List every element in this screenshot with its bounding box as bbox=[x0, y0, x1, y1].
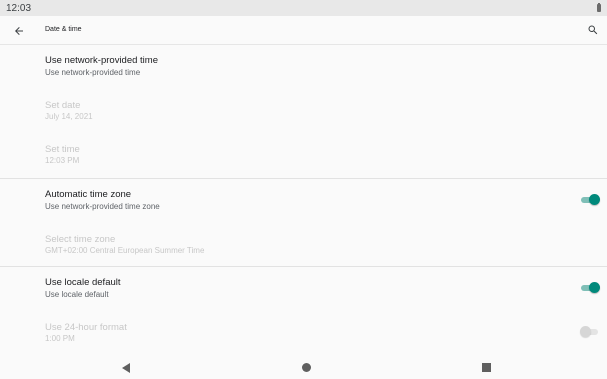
search-button[interactable] bbox=[586, 23, 600, 37]
setting-summary: 12:03 PM bbox=[45, 156, 80, 165]
switch-thumb bbox=[589, 282, 600, 293]
arrow-back-icon bbox=[15, 27, 23, 35]
setting-title: Set time bbox=[45, 144, 80, 155]
setting-select-timezone[interactable]: Select time zone GMT+02:00 Central Europ… bbox=[0, 223, 607, 267]
status-bar: 12:03 bbox=[0, 0, 607, 16]
setting-summary: GMT+02:00 Central European Summer Time bbox=[45, 246, 205, 255]
setting-summary: 1:00 PM bbox=[45, 334, 75, 343]
setting-title: Use network-provided time bbox=[45, 55, 158, 66]
setting-locale-default[interactable]: Use locale default Use locale default bbox=[0, 267, 607, 311]
setting-title: Automatic time zone bbox=[45, 189, 132, 200]
triangle-back-icon[interactable] bbox=[122, 363, 130, 373]
setting-title: Select time zone bbox=[45, 234, 116, 245]
setting-title: Set date bbox=[45, 100, 81, 111]
page-title: Date & time bbox=[45, 26, 82, 33]
switch-thumb bbox=[580, 326, 591, 337]
setting-title: Use locale default bbox=[45, 277, 121, 288]
24-hour-switch[interactable] bbox=[580, 326, 600, 338]
circle-home-icon[interactable] bbox=[302, 363, 311, 372]
auto-timezone-switch[interactable] bbox=[581, 194, 600, 206]
back-button[interactable] bbox=[11, 23, 27, 39]
setting-summary: Use network-provided time zone bbox=[45, 202, 160, 211]
app-bar: Date & time bbox=[0, 16, 607, 45]
status-time: 12:03 bbox=[6, 2, 32, 14]
setting-title: Use 24-hour format bbox=[45, 322, 127, 333]
battery-icon bbox=[597, 3, 601, 12]
setting-summary: July 14, 2021 bbox=[45, 112, 93, 121]
setting-summary: Use locale default bbox=[45, 290, 109, 299]
locale-default-switch[interactable] bbox=[581, 282, 600, 294]
settings-screen: 12:03 Date & time Use network-provided t… bbox=[0, 0, 607, 379]
setting-set-time[interactable]: Set time 12:03 PM bbox=[0, 133, 607, 177]
navigation-bar bbox=[0, 357, 607, 379]
setting-auto-timezone[interactable]: Automatic time zone Use network-provided… bbox=[0, 179, 607, 223]
search-icon bbox=[588, 25, 598, 35]
setting-summary: Use network-provided time bbox=[45, 68, 141, 77]
switch-thumb bbox=[589, 194, 600, 205]
setting-24-hour-format[interactable]: Use 24-hour format 1:00 PM bbox=[0, 311, 607, 355]
setting-network-time[interactable]: Use network-provided time Use network-pr… bbox=[0, 45, 607, 89]
setting-set-date[interactable]: Set date July 14, 2021 bbox=[0, 89, 607, 133]
square-recents-icon[interactable] bbox=[482, 363, 491, 372]
